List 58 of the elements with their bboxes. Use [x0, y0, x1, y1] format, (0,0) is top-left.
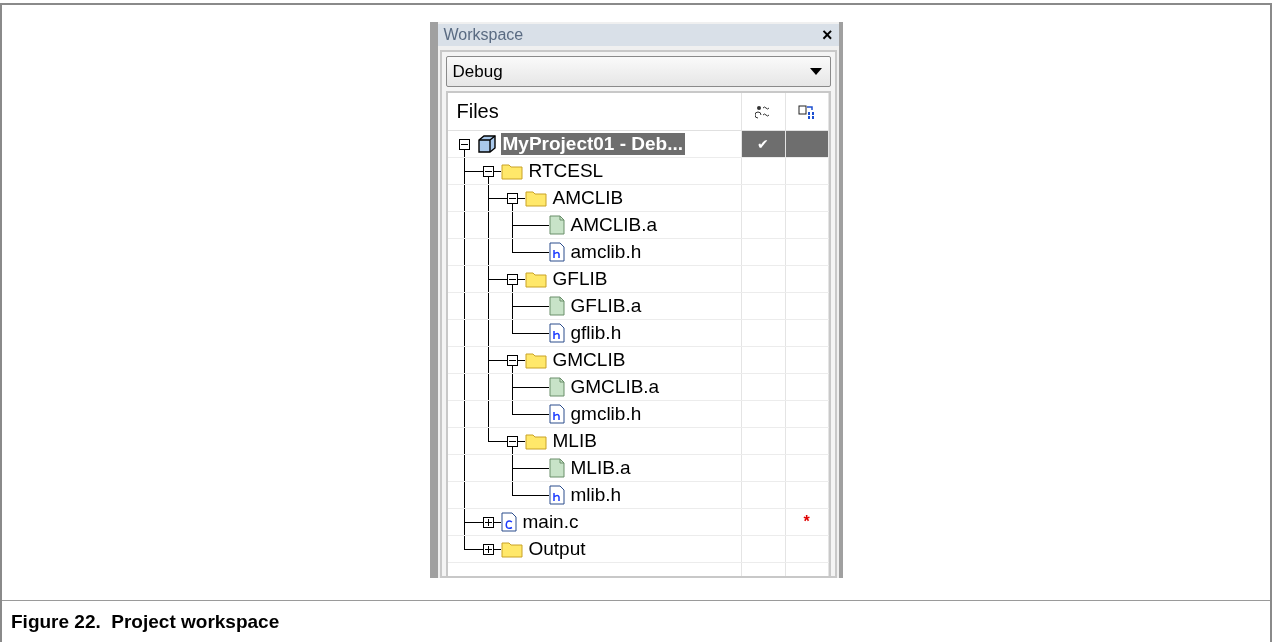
configuration-dropdown[interactable]: Debug — [445, 56, 831, 87]
header-file-icon — [548, 242, 565, 262]
expand-toggle[interactable] — [482, 544, 494, 555]
folder-icon — [524, 189, 547, 207]
minus-icon — [484, 168, 492, 175]
close-button[interactable]: × — [822, 26, 833, 44]
collapse-toggle[interactable] — [506, 193, 518, 204]
minus-icon — [508, 276, 516, 283]
folder-icon — [524, 270, 547, 288]
file-icon — [548, 458, 565, 478]
column-header[interactable]: Files — [447, 93, 742, 130]
options-check: ✔ — [757, 136, 769, 152]
tree-item[interactable]: amclib.h — [568, 241, 644, 263]
tree-item[interactable]: RTCESL — [526, 160, 606, 182]
folder-icon — [500, 540, 523, 558]
tree-item[interactable]: mlib.h — [568, 484, 624, 506]
tree-item[interactable]: GMCLIB — [550, 349, 628, 371]
options-column-icon[interactable] — [755, 104, 771, 119]
modified-mark: * — [803, 513, 810, 531]
source-file-icon — [500, 512, 517, 532]
file-icon — [548, 215, 565, 235]
folder-icon — [500, 162, 523, 180]
tree-item[interactable]: gmclib.h — [568, 403, 644, 425]
folder-icon — [524, 351, 547, 369]
header-file-icon — [548, 485, 565, 505]
file-icon — [548, 296, 565, 316]
caret-icon — [809, 68, 822, 75]
build-column-icon[interactable] — [797, 103, 816, 120]
tree-item[interactable]: GFLIB — [550, 268, 610, 290]
tree-item[interactable]: Output — [526, 538, 588, 560]
tree-item[interactable]: GFLIB.a — [568, 295, 644, 317]
collapse-toggle[interactable] — [458, 139, 470, 150]
minus-icon — [460, 141, 468, 148]
minus-icon — [508, 357, 516, 364]
plus-icon — [484, 519, 492, 526]
collapse-toggle[interactable] — [506, 436, 518, 447]
file-icon — [548, 377, 565, 397]
tree-item[interactable]: AMCLIB.a — [568, 214, 660, 236]
collapse-toggle[interactable] — [506, 355, 518, 366]
figure-caption: Figure 22. Project workspace — [11, 610, 280, 633]
tree-item[interactable]: MLIB.a — [568, 457, 633, 479]
header-file-icon — [548, 323, 565, 343]
header-file-icon — [548, 404, 565, 424]
tree-item[interactable]: AMCLIB — [550, 187, 626, 209]
tree-item[interactable]: MLIB — [550, 430, 599, 452]
folder-icon — [524, 432, 547, 450]
plus-icon — [484, 546, 492, 553]
collapse-toggle[interactable] — [506, 274, 518, 285]
minus-icon — [508, 438, 516, 445]
collapse-toggle[interactable] — [482, 166, 494, 177]
minus-icon — [508, 195, 516, 202]
tree-item[interactable]: MyProject01 - Deb... — [500, 133, 686, 155]
tree-item[interactable]: gflib.h — [568, 322, 624, 344]
cube-icon — [476, 134, 497, 154]
tree-item[interactable]: main.c — [520, 511, 581, 533]
expand-toggle[interactable] — [482, 517, 494, 528]
tree-item[interactable]: GMCLIB.a — [568, 376, 662, 398]
panel-title: Workspace — [443, 26, 524, 44]
